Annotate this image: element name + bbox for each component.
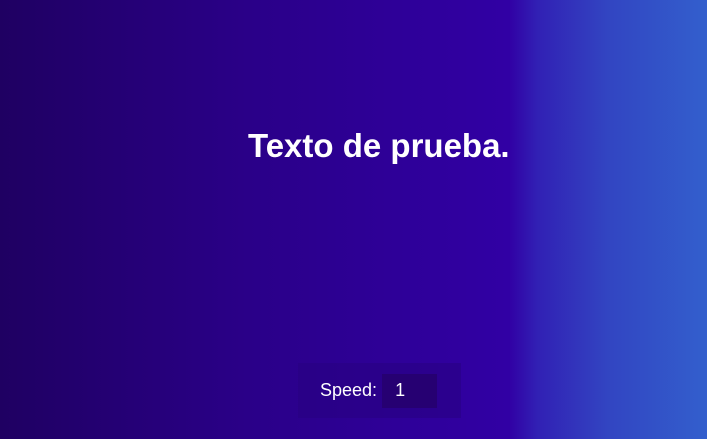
speed-label: Speed:	[320, 380, 378, 400]
headline-text: Texto de prueba.	[248, 127, 510, 164]
speed-control-panel: Speed:	[298, 363, 461, 418]
speed-input[interactable]	[382, 373, 438, 408]
